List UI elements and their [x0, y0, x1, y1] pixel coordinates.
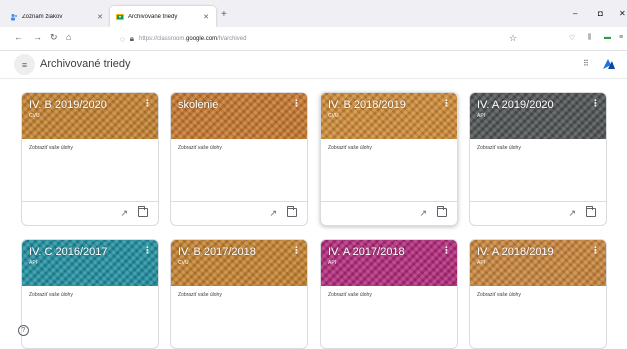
close-tab-icon[interactable]: ✕ — [202, 13, 210, 21]
extension-icon[interactable]: ▬ — [604, 34, 611, 41]
google-apps-icon[interactable]: ⠿ — [583, 59, 589, 68]
view-your-work-link[interactable]: Zobraziť vaše úlohy — [477, 145, 521, 151]
card-banner[interactable]: IV. B 2018/2019 CVU ⋮ — [321, 93, 457, 139]
card-banner[interactable]: IV. C 2016/2017 API ⋮ — [22, 240, 158, 286]
classroom-icon — [116, 13, 124, 20]
view-your-work-link[interactable]: Zobraziť vaše úlohy — [328, 145, 372, 151]
tab-title: Zoznam žiakov — [22, 13, 63, 20]
class-title[interactable]: skolenie — [178, 99, 218, 111]
classroom-header: ≡ Archivované triedy ⠿ — [0, 51, 627, 79]
trending-icon[interactable]: ↗ — [568, 208, 576, 219]
browser-tab-archived-classes[interactable]: Archivované triedy ✕ — [110, 6, 216, 27]
minimize-button[interactable]: – — [573, 9, 577, 18]
class-title[interactable]: IV. A 2017/2018 — [328, 246, 405, 258]
more-options-icon[interactable]: ⋮ — [442, 245, 451, 256]
card-banner[interactable]: skolenie ⋮ — [171, 93, 307, 139]
card-footer: ↗ — [470, 201, 606, 225]
class-title[interactable]: IV. B 2017/2018 — [178, 246, 256, 258]
card-banner[interactable]: IV. B 2017/2018 CVU ⋮ — [171, 240, 307, 286]
close-tab-icon[interactable]: ✕ — [96, 13, 104, 21]
forward-icon[interactable]: → — [33, 32, 42, 42]
class-card[interactable]: IV. B 2019/2020 CVU ⋮ Zobraziť vaše úloh… — [21, 92, 159, 226]
hamburger-icon: ≡ — [21, 59, 28, 70]
more-options-icon[interactable]: ⋮ — [143, 245, 152, 256]
class-section: CVU — [328, 113, 339, 119]
maximize-button[interactable]: ◘ — [598, 9, 603, 18]
class-card[interactable]: IV. B 2018/2019 CVU ⋮ Zobraziť vaše úloh… — [320, 92, 458, 226]
folder-icon[interactable] — [585, 205, 596, 217]
class-title[interactable]: IV. C 2016/2017 — [29, 246, 108, 258]
class-section: API — [29, 260, 38, 266]
pocket-icon[interactable]: ♡ — [569, 34, 575, 42]
class-card[interactable]: IV. C 2016/2017 API ⋮ Zobraziť vaše úloh… — [21, 239, 159, 349]
folder-icon[interactable] — [137, 205, 148, 217]
class-title[interactable]: IV. A 2018/2019 — [477, 246, 554, 258]
view-your-work-link[interactable]: Zobraziť vaše úlohy — [178, 292, 222, 298]
more-options-icon[interactable]: ⋮ — [143, 98, 152, 109]
trending-icon[interactable]: ↗ — [269, 208, 277, 219]
class-card[interactable]: IV. A 2017/2018 API ⋮ Zobraziť vaše úloh… — [320, 239, 458, 349]
main-menu-button[interactable]: ≡ — [14, 54, 35, 75]
folder-icon[interactable] — [286, 205, 297, 217]
library-icon[interactable]: ⫼ — [588, 34, 591, 42]
browser-tab-student-list[interactable]: Zoznam žiakov ✕ — [4, 6, 110, 27]
bookmark-star-icon[interactable]: ☆ — [509, 33, 517, 44]
more-options-icon[interactable]: ⋮ — [591, 245, 600, 256]
class-section: CVU — [178, 260, 189, 266]
browser-toolbar: ← → ↻ ⌂ ◌ 🔒︎ https://classroom.google.co… — [0, 27, 627, 51]
browser-tab-strip: Zoznam žiakov ✕ Archivované triedy ✕ + –… — [0, 0, 627, 27]
back-icon[interactable]: ← — [14, 32, 23, 42]
view-your-work-link[interactable]: Zobraziť vaše úlohy — [178, 145, 222, 151]
class-section: API — [477, 260, 486, 266]
class-title[interactable]: IV. B 2018/2019 — [328, 99, 406, 111]
more-options-icon[interactable]: ⋮ — [292, 245, 301, 256]
close-window-button[interactable]: ✕ — [619, 9, 626, 18]
card-banner[interactable]: IV. A 2019/2020 API ⋮ — [470, 93, 606, 139]
class-card[interactable]: IV. A 2018/2019 API ⋮ Zobraziť vaše úloh… — [469, 239, 607, 349]
view-your-work-link[interactable]: Zobraziť vaše úlohy — [328, 292, 372, 298]
url-text: https://classroom.google.com/h/archived — [139, 36, 247, 42]
card-banner[interactable]: IV. B 2019/2020 CVU ⋮ — [22, 93, 158, 139]
help-icon[interactable]: ? — [18, 325, 29, 336]
page-title: Archivované triedy — [40, 58, 131, 70]
shield-icon: ◌ — [120, 34, 125, 44]
more-options-icon[interactable]: ⋮ — [292, 98, 301, 109]
account-avatar[interactable] — [602, 58, 616, 70]
class-card[interactable]: IV. A 2019/2020 API ⋮ Zobraziť vaše úloh… — [469, 92, 607, 226]
lock-icon: 🔒︎ — [129, 34, 135, 43]
class-section: API — [328, 260, 337, 266]
address-bar[interactable]: ◌ 🔒︎ https://classroom.google.com/h/arch… — [120, 31, 530, 47]
app-menu-icon[interactable]: ≡ — [619, 34, 623, 41]
people-icon — [11, 13, 18, 20]
class-title[interactable]: IV. A 2019/2020 — [477, 99, 554, 111]
view-your-work-link[interactable]: Zobraziť vaše úlohy — [29, 145, 73, 151]
folder-icon[interactable] — [436, 205, 447, 217]
class-section: API — [477, 113, 486, 119]
class-title[interactable]: IV. B 2019/2020 — [29, 99, 107, 111]
card-footer: ↗ — [171, 201, 307, 225]
class-section: CVU — [29, 113, 40, 119]
card-banner[interactable]: IV. A 2017/2018 API ⋮ — [321, 240, 457, 286]
home-icon[interactable]: ⌂ — [66, 32, 71, 42]
new-tab-button[interactable]: + — [221, 9, 227, 20]
view-your-work-link[interactable]: Zobraziť vaše úlohy — [477, 292, 521, 298]
card-footer: ↗ — [321, 201, 457, 225]
class-card[interactable]: IV. B 2017/2018 CVU ⋮ Zobraziť vaše úloh… — [170, 239, 308, 349]
trending-icon[interactable]: ↗ — [419, 208, 427, 219]
more-options-icon[interactable]: ⋮ — [442, 98, 451, 109]
trending-icon[interactable]: ↗ — [120, 208, 128, 219]
more-options-icon[interactable]: ⋮ — [591, 98, 600, 109]
view-your-work-link[interactable]: Zobraziť vaše úlohy — [29, 292, 73, 298]
class-card[interactable]: skolenie ⋮ Zobraziť vaše úlohy ↗ — [170, 92, 308, 226]
reload-icon[interactable]: ↻ — [50, 32, 58, 43]
tab-title: Archivované triedy — [128, 13, 178, 20]
card-banner[interactable]: IV. A 2018/2019 API ⋮ — [470, 240, 606, 286]
card-footer: ↗ — [22, 201, 158, 225]
